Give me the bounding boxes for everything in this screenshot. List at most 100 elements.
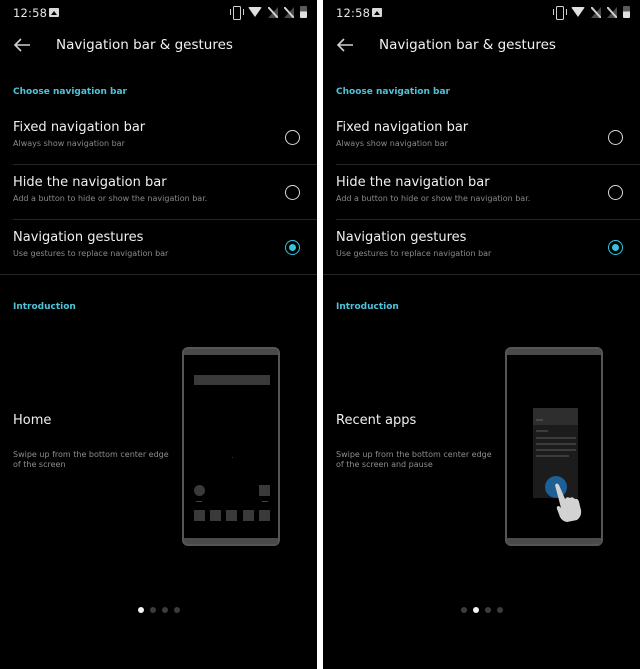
swipe-origin-dot xyxy=(232,457,233,458)
option-hide-navigation-bar[interactable]: Hide the navigation bar Add a button to … xyxy=(323,166,640,221)
card-header-shape xyxy=(533,408,578,425)
dock-icon xyxy=(259,510,270,521)
page-dot[interactable] xyxy=(460,607,467,613)
page-dot[interactable] xyxy=(496,607,503,613)
dock-icon xyxy=(210,510,221,521)
dock-icon xyxy=(243,510,254,521)
back-button[interactable] xyxy=(13,37,31,53)
section-header-choose: Choose navigation bar xyxy=(13,87,127,97)
option-subtitle: Use gestures to replace navigation bar xyxy=(336,249,492,258)
divider xyxy=(13,219,317,220)
radio-button-selected[interactable] xyxy=(608,240,623,255)
option-fixed-navigation-bar[interactable]: Fixed navigation bar Always show navigat… xyxy=(0,111,317,166)
divider xyxy=(13,164,317,165)
arrow-left-icon xyxy=(13,38,30,52)
option-title: Navigation gestures xyxy=(336,230,467,245)
gesture-description: Swipe up from the bottom center edge of … xyxy=(336,450,492,469)
recent-apps-illustration xyxy=(505,347,603,546)
card-line-shape xyxy=(536,430,548,432)
app-label-shape xyxy=(196,501,202,502)
wifi-icon xyxy=(248,7,262,17)
radio-button-selected[interactable] xyxy=(285,240,300,255)
option-subtitle: Always show navigation bar xyxy=(13,139,125,148)
divider xyxy=(323,274,640,275)
page-dot-active[interactable] xyxy=(137,607,144,613)
divider xyxy=(0,274,317,275)
radio-button[interactable] xyxy=(285,130,300,145)
option-navigation-gestures[interactable]: Navigation gestures Use gestures to repl… xyxy=(323,221,640,276)
search-bar-shape xyxy=(194,375,270,385)
divider xyxy=(336,219,640,220)
status-bar: 12:58 xyxy=(0,0,317,25)
signal-no-sim-icon xyxy=(284,6,294,18)
battery-icon xyxy=(300,6,307,18)
battery-icon xyxy=(623,6,630,18)
card-line-shape xyxy=(536,449,576,451)
pointing-hand-icon xyxy=(555,483,582,522)
radio-button[interactable] xyxy=(608,130,623,145)
toolbar: Navigation bar & gestures xyxy=(0,25,317,67)
app-icon-square xyxy=(259,485,270,496)
page-dot[interactable] xyxy=(484,607,491,613)
gesture-description: Swipe up from the bottom center edge of … xyxy=(13,450,169,469)
signal-no-sim-icon xyxy=(268,6,278,18)
phone-top-bezel xyxy=(507,349,601,355)
wifi-icon xyxy=(571,7,585,17)
app-icon-circle xyxy=(194,485,205,496)
phone-top-bezel xyxy=(184,349,278,355)
page-dot[interactable] xyxy=(161,607,168,613)
divider xyxy=(336,164,640,165)
comparison-view: 12:58 Navigation bar & gestures Choose n… xyxy=(0,0,640,669)
status-bar: 12:58 xyxy=(323,0,640,25)
option-title: Navigation gestures xyxy=(13,230,144,245)
dock-icon xyxy=(226,510,237,521)
page-dot[interactable] xyxy=(173,607,180,613)
radio-button[interactable] xyxy=(608,185,623,200)
section-header-choose: Choose navigation bar xyxy=(336,87,450,97)
gesture-title: Home xyxy=(13,413,52,428)
option-hide-navigation-bar[interactable]: Hide the navigation bar Add a button to … xyxy=(0,166,317,221)
option-navigation-gestures[interactable]: Navigation gestures Use gestures to repl… xyxy=(0,221,317,276)
option-title: Fixed navigation bar xyxy=(336,120,469,135)
back-button[interactable] xyxy=(336,37,354,53)
option-fixed-navigation-bar[interactable]: Fixed navigation bar Always show navigat… xyxy=(323,111,640,166)
vibrate-icon xyxy=(553,6,567,20)
section-header-introduction: Introduction xyxy=(336,302,399,312)
image-icon xyxy=(49,8,59,17)
card-title-shape xyxy=(536,419,543,421)
option-subtitle: Add a button to hide or show the navigat… xyxy=(336,194,531,203)
home-screen-illustration xyxy=(182,347,280,546)
status-time: 12:58 xyxy=(13,6,48,20)
page-indicator xyxy=(323,607,640,613)
option-title: Fixed navigation bar xyxy=(13,120,146,135)
settings-screen-recent-apps: 12:58 Navigation bar & gestures Choose n… xyxy=(323,0,640,669)
option-subtitle: Add a button to hide or show the navigat… xyxy=(13,194,208,203)
status-time: 12:58 xyxy=(336,6,371,20)
card-line-shape xyxy=(536,437,576,439)
option-subtitle: Always show navigation bar xyxy=(336,139,448,148)
app-label-shape xyxy=(262,501,268,502)
image-icon xyxy=(372,8,382,17)
option-title: Hide the navigation bar xyxy=(13,175,167,190)
page-dot[interactable] xyxy=(149,607,156,613)
option-subtitle: Use gestures to replace navigation bar xyxy=(13,249,169,258)
page-title: Navigation bar & gestures xyxy=(56,37,233,53)
page-indicator xyxy=(0,607,317,613)
vibrate-icon xyxy=(230,6,244,20)
signal-no-sim-icon xyxy=(591,6,601,18)
section-header-introduction: Introduction xyxy=(13,302,76,312)
phone-bottom-bezel xyxy=(507,538,601,544)
card-line-shape xyxy=(536,455,569,457)
card-line-shape xyxy=(536,443,576,445)
option-title: Hide the navigation bar xyxy=(336,175,490,190)
toolbar: Navigation bar & gestures xyxy=(323,25,640,67)
arrow-left-icon xyxy=(336,38,353,52)
radio-button[interactable] xyxy=(285,185,300,200)
settings-screen-home: 12:58 Navigation bar & gestures Choose n… xyxy=(0,0,317,669)
phone-bottom-bezel xyxy=(184,538,278,544)
page-dot-active[interactable] xyxy=(472,607,479,613)
dock-icon xyxy=(194,510,205,521)
signal-no-sim-icon xyxy=(607,6,617,18)
gesture-title: Recent apps xyxy=(336,413,417,428)
page-title: Navigation bar & gestures xyxy=(379,37,556,53)
